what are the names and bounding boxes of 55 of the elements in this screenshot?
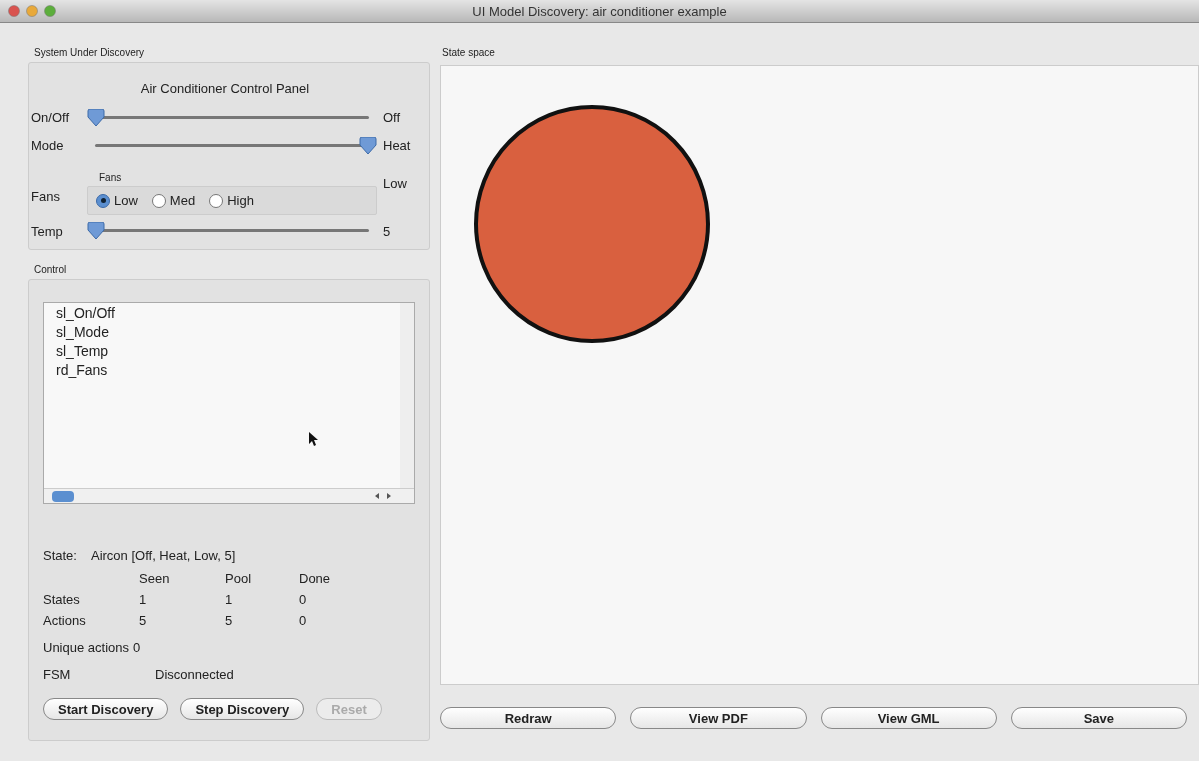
window-control-icon[interactable]	[44, 5, 56, 17]
list-item[interactable]: sl_On/Off	[56, 305, 115, 321]
column-header: Pool	[225, 571, 252, 586]
window-control-icon[interactable]	[8, 5, 20, 17]
radio-button[interactable]	[151, 193, 166, 208]
group-title: Fans	[99, 172, 122, 184]
panel-heading: Air Conditioner Control Panel	[140, 81, 310, 96]
radio-group-label: Fans	[31, 188, 61, 204]
slider-label: On/Off	[31, 110, 71, 126]
table-cell: 0	[299, 592, 307, 607]
row-label: States	[43, 592, 80, 607]
table-cell: 0	[299, 613, 307, 628]
slider-label: Temp	[31, 223, 64, 239]
radio-label: Low	[114, 193, 138, 209]
slider-thumb[interactable]	[87, 108, 105, 126]
column-header: Done	[299, 571, 331, 586]
slider-value: Off	[383, 110, 402, 126]
discovery-button[interactable]: Step Discovery	[180, 698, 305, 720]
canvas-button[interactable]: Save	[1010, 707, 1187, 729]
radio-button[interactable]	[209, 193, 224, 208]
slider-label: Mode	[31, 138, 65, 154]
slider-thumb[interactable]	[87, 222, 105, 240]
radio-value: Low	[383, 175, 408, 191]
panel-title: System Under Discovery	[34, 47, 145, 58]
canvas-button[interactable]: View GML	[820, 707, 997, 729]
radio-label: Med	[169, 193, 196, 209]
state-value: Aircon [Off, Heat, Low, 5]	[90, 548, 236, 563]
window-control-icon[interactable]	[26, 5, 38, 17]
list-item[interactable]: sl_Temp	[56, 343, 109, 359]
unique-actions-value: 0	[133, 640, 141, 655]
table-cell: 5	[225, 613, 233, 628]
radio-label: High	[227, 193, 254, 209]
list-item[interactable]: rd_Fans	[56, 362, 108, 378]
radio-button[interactable]	[96, 193, 110, 208]
fsm-label: FSM	[43, 667, 72, 682]
slider-value: 5	[383, 223, 392, 239]
scroll-thumb[interactable]	[52, 490, 74, 502]
canvas-button[interactable]: Redraw	[440, 707, 617, 729]
slider-thumb[interactable]	[359, 136, 377, 154]
pointer-icon	[308, 431, 318, 447]
table-cell: 1	[225, 592, 233, 607]
column-header: Seen	[139, 571, 170, 586]
fsm-value: Disconnected	[155, 667, 234, 682]
table-cell: 1	[139, 592, 147, 607]
row-label: Actions	[43, 613, 86, 628]
slider-value: Heat	[383, 138, 412, 154]
window-title: UI Model Discovery: air conditioner example	[472, 3, 727, 19]
state-label: State:	[43, 548, 77, 563]
panel-title: Control	[34, 264, 67, 275]
unique-actions-label: Unique actions	[43, 640, 129, 655]
canvas-button[interactable]: View PDF	[630, 707, 807, 729]
panel-title: State space	[442, 47, 495, 58]
list-item[interactable]: sl_Mode	[56, 324, 109, 340]
table-cell: 5	[139, 613, 147, 628]
discovery-button[interactable]: Start Discovery	[43, 698, 169, 720]
